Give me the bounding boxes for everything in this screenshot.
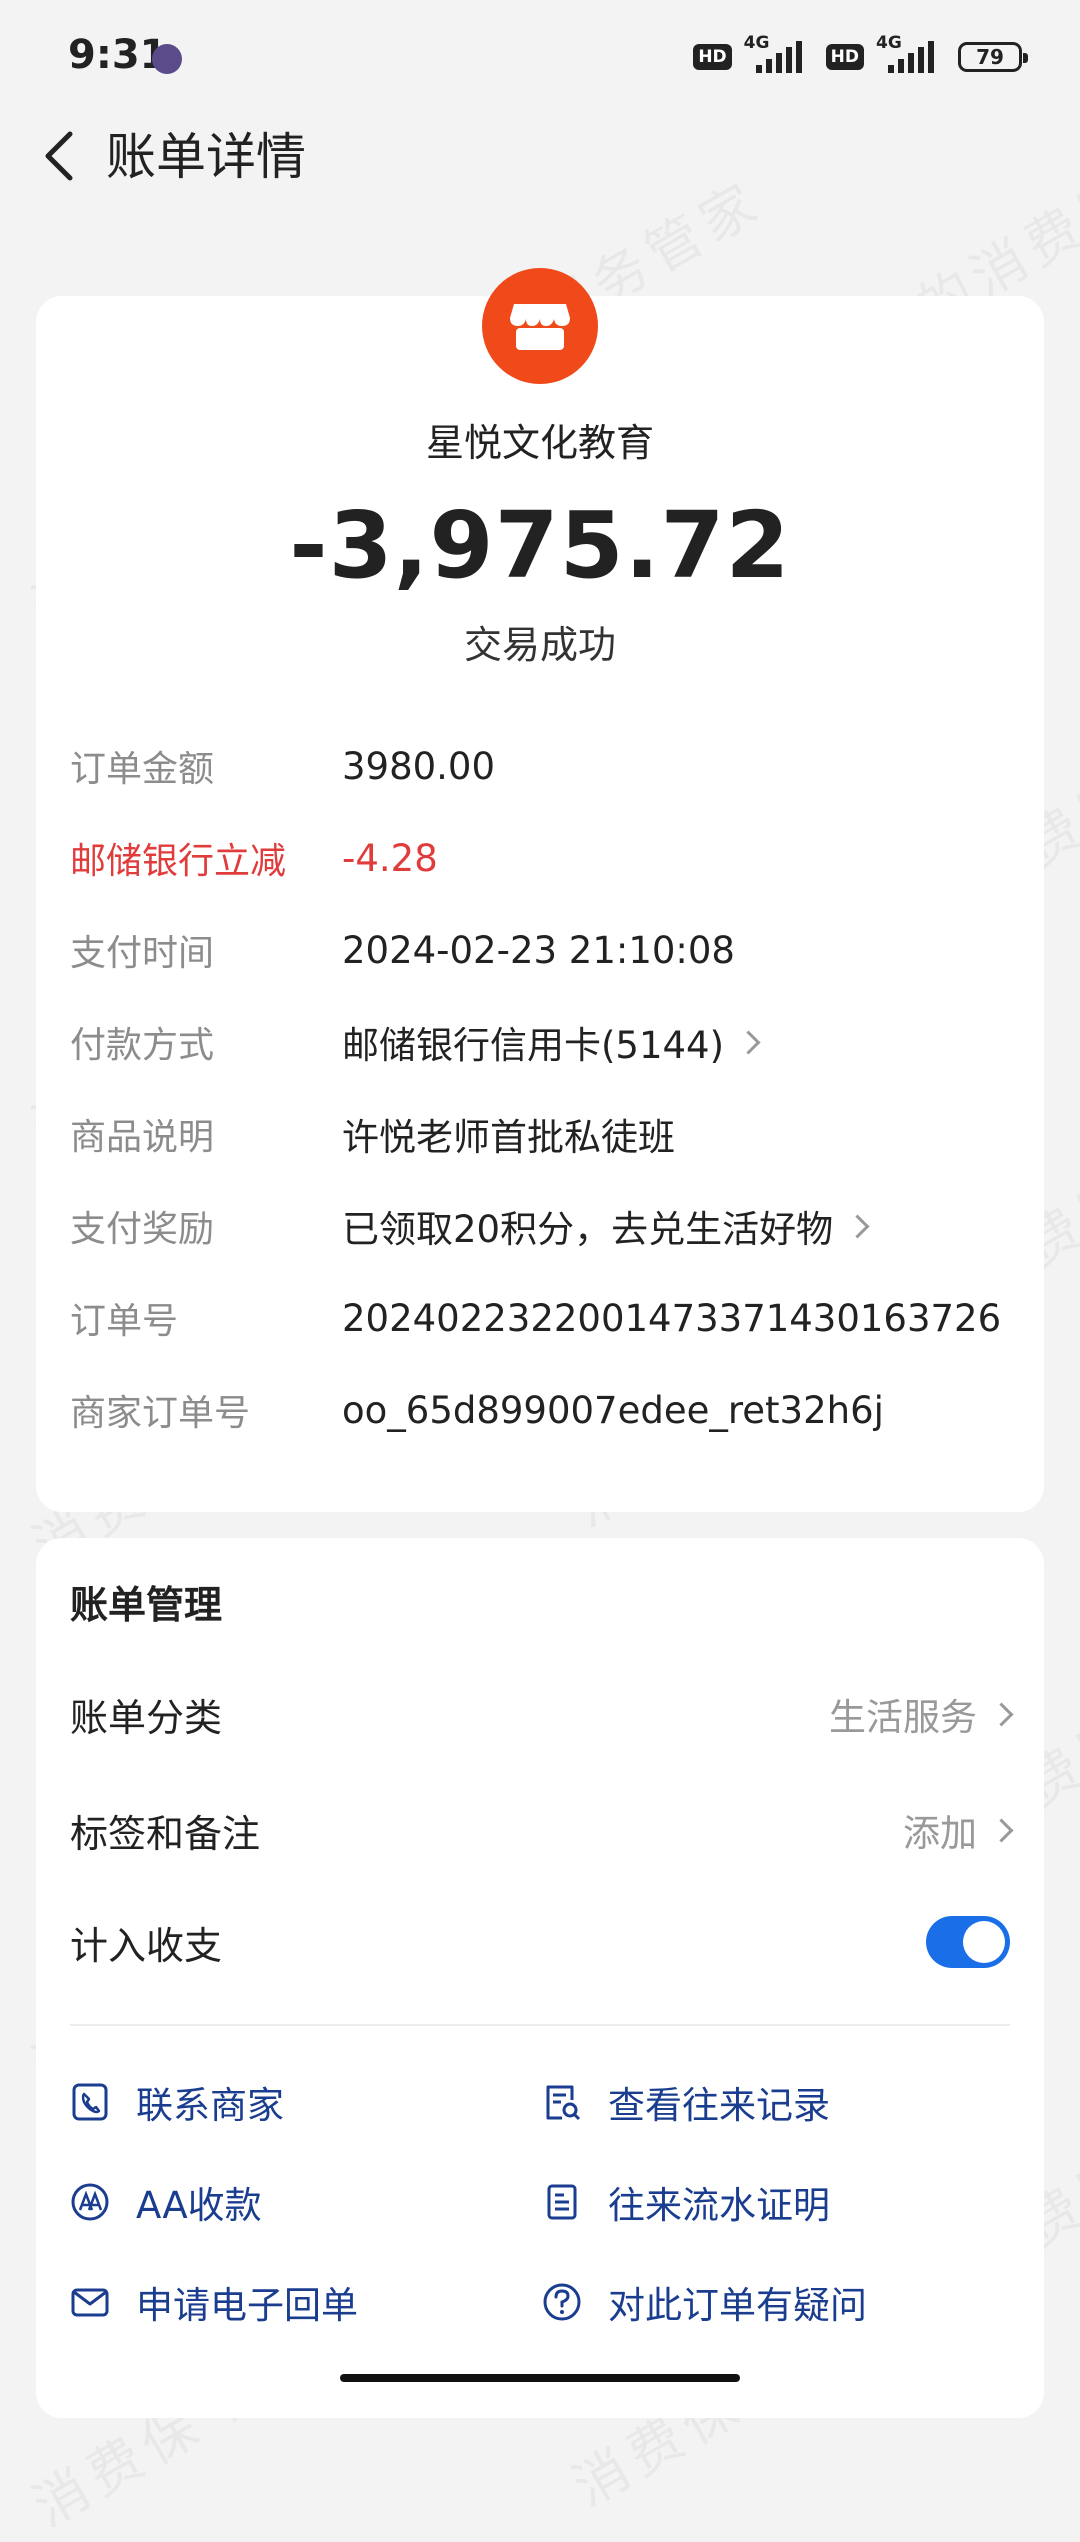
- detail-row-description: 商品说明 许悦老师首批私徒班: [70, 1104, 1010, 1164]
- detail-row-order-amount: 订单金额 3980.00: [70, 736, 1010, 796]
- detail-row-discount: 邮储银行立减 -4.28: [70, 828, 1010, 888]
- detail-row-pay-time: 支付时间 2024-02-23 21:10:08: [70, 920, 1010, 980]
- status-indicators: HD 4G HD 4G 79: [693, 32, 1028, 82]
- order-question-button[interactable]: 对此订单有疑问: [542, 2272, 867, 2332]
- action-label: 对此订单有疑问: [608, 2284, 867, 2327]
- app-notification-icon: [152, 44, 182, 74]
- detail-value: 3980.00: [342, 744, 496, 788]
- detail-label: 订单号: [70, 1301, 179, 1342]
- apply-e-receipt-button[interactable]: 申请电子回单: [70, 2272, 358, 2332]
- detail-label: 订单金额: [70, 749, 215, 790]
- signal-bars: [888, 41, 934, 73]
- pay-method-link[interactable]: 邮储银行信用卡(5144): [342, 1015, 761, 1069]
- detail-row-order-no: 订单号 2024022322001473371430163726: [70, 1288, 1010, 1348]
- signal-icon: 4G: [876, 33, 946, 77]
- section-title: 账单管理: [70, 1583, 223, 1627]
- detail-value: oo_65d899007edee_ret32h6j: [342, 1388, 884, 1432]
- page-title: 账单详情: [106, 128, 306, 186]
- status-bar: 9:31 HD 4G HD 4G 79: [0, 0, 1080, 120]
- action-label: 申请电子回单: [136, 2284, 358, 2327]
- records-search-icon: [542, 2082, 582, 2122]
- tags-notes-label: 标签和备注: [70, 1811, 261, 1856]
- tags-add-value: 添加: [903, 1812, 977, 1855]
- action-label: AA收款: [136, 2184, 262, 2227]
- battery-icon: 79: [958, 42, 1028, 72]
- bill-category-row[interactable]: 账单分类 生活服务: [70, 1684, 1014, 1744]
- detail-row-merchant-order-no: 商家订单号 oo_65d899007edee_ret32h6j: [70, 1380, 1010, 1440]
- detail-row-pay-method[interactable]: 付款方式 邮储银行信用卡(5144): [70, 1012, 1010, 1072]
- chevron-right-icon: [845, 1213, 870, 1239]
- detail-label: 付款方式: [70, 1025, 215, 1066]
- signal-icon: 4G: [744, 33, 814, 77]
- detail-label: 支付时间: [70, 933, 215, 974]
- aa-icon: [70, 2182, 110, 2222]
- detail-label: 邮储银行立减: [70, 841, 287, 882]
- detail-label: 商品说明: [70, 1117, 215, 1158]
- include-in-budget-label: 计入收支: [70, 1923, 223, 1968]
- detail-value: -4.28: [342, 836, 438, 880]
- action-label: 联系商家: [136, 2084, 284, 2127]
- mail-icon: [70, 2282, 110, 2322]
- detail-value: 许悦老师首批私徒班: [342, 1116, 675, 1159]
- view-records-button[interactable]: 查看往来记录: [542, 2072, 830, 2132]
- transaction-proof-button[interactable]: 往来流水证明: [542, 2172, 830, 2232]
- amount: -3,975.72: [289, 492, 791, 599]
- bill-category-label: 账单分类: [70, 1695, 223, 1740]
- action-label: 往来流水证明: [608, 2184, 830, 2227]
- transaction-status: 交易成功: [463, 623, 616, 667]
- home-indicator[interactable]: [340, 2374, 740, 2382]
- document-icon: [542, 2182, 582, 2222]
- detail-row-reward[interactable]: 支付奖励 已领取20积分，去兑生活好物: [70, 1196, 1010, 1256]
- bill-card: 星悦文化教育 -3,975.72 交易成功 订单金额 3980.00 邮储银行立…: [36, 268, 1044, 1512]
- action-label: 查看往来记录: [608, 2084, 830, 2127]
- store-icon: [482, 268, 598, 384]
- bill-category-value: 生活服务: [829, 1696, 977, 1739]
- include-in-budget-row: 计入收支: [70, 1912, 1010, 1972]
- divider: [70, 2024, 1010, 2026]
- back-icon[interactable]: [30, 126, 90, 186]
- detail-value: 邮储银行信用卡(5144): [342, 1024, 725, 1067]
- bill-management-card: 账单管理 账单分类 生活服务 标签和备注 添加 计入收支 联系商家 查看往来记录: [36, 1538, 1044, 2418]
- detail-value: 已领取20积分，去兑生活好物: [342, 1208, 834, 1251]
- contact-merchant-button[interactable]: 联系商家: [70, 2072, 284, 2132]
- battery-level: 79: [976, 45, 1004, 69]
- nav-bar: 账单详情: [0, 120, 1080, 270]
- chevron-right-icon: [989, 1701, 1014, 1727]
- hd-badge: HD: [693, 44, 732, 70]
- detail-value: 2024022322001473371430163726: [342, 1296, 1002, 1340]
- detail-value: 2024-02-23 21:10:08: [342, 928, 735, 972]
- signal-bars: [755, 41, 802, 73]
- chevron-right-icon: [989, 1817, 1014, 1843]
- detail-label: 商家订单号: [70, 1393, 251, 1434]
- detail-label: 支付奖励: [70, 1209, 215, 1250]
- tags-notes-row[interactable]: 标签和备注 添加: [70, 1800, 1014, 1860]
- hd-badge: HD: [825, 44, 864, 70]
- reward-link[interactable]: 已领取20积分，去兑生活好物: [342, 1199, 870, 1253]
- merchant-name: 星悦文化教育: [425, 421, 654, 465]
- chevron-right-icon: [736, 1029, 761, 1055]
- question-icon: [542, 2282, 582, 2322]
- aa-collect-button[interactable]: AA收款: [70, 2172, 262, 2232]
- phone-icon: [70, 2082, 110, 2122]
- include-in-budget-toggle[interactable]: [926, 1916, 1010, 1968]
